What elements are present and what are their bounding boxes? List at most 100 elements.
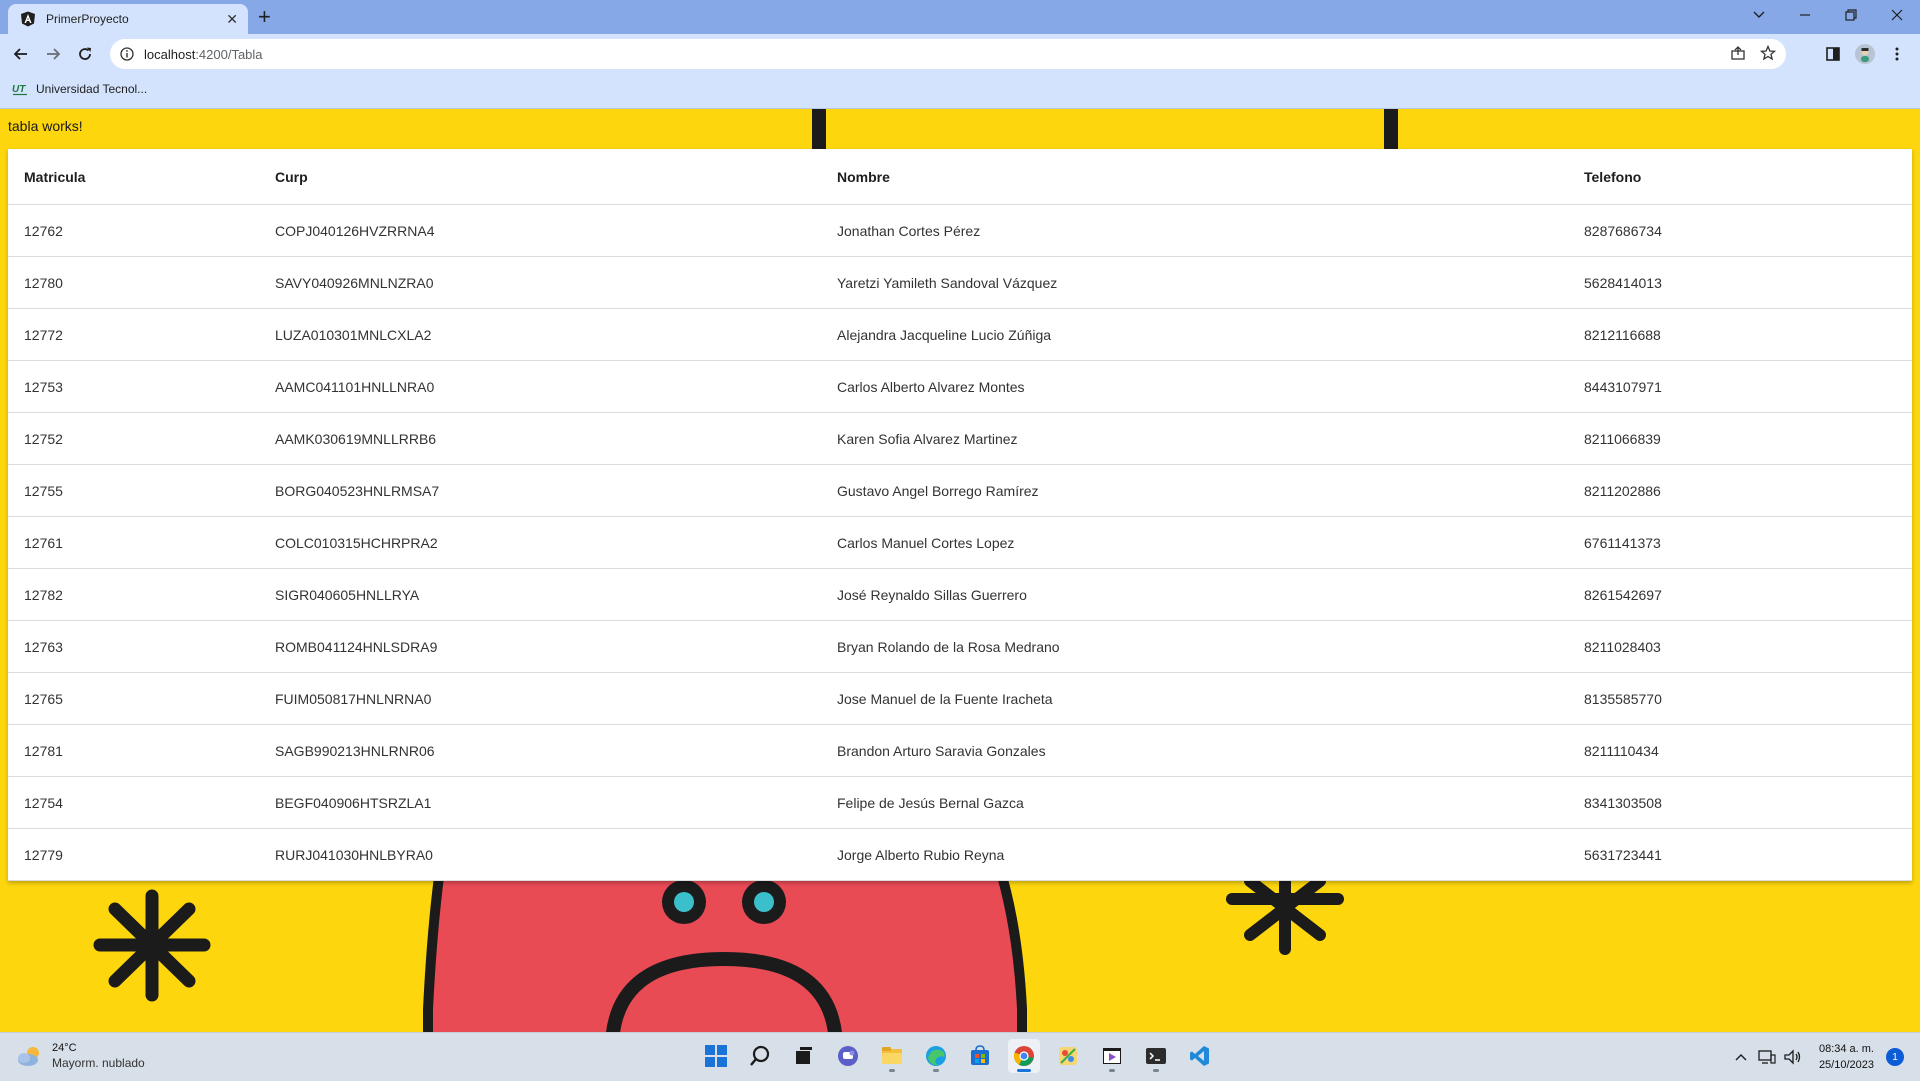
table-row: 12779 RURJ041030HNLBYRA0 Jorge Alberto Rub… <box>8 828 1912 881</box>
cell-matricula: 12780 <box>8 256 275 309</box>
cell-telefono: 5631723441 <box>1584 828 1912 881</box>
site-info-icon[interactable] <box>120 47 134 61</box>
chevron-up-icon[interactable] <box>1731 1047 1751 1067</box>
taskbar-clock[interactable]: 08:34 a. m. 25/10/2023 <box>1819 1041 1874 1073</box>
chrome-icon[interactable] <box>1008 1039 1040 1073</box>
cell-matricula: 12754 <box>8 776 275 829</box>
paint-app-icon[interactable] <box>1052 1039 1084 1073</box>
cell-nombre: Carlos Manuel Cortes Lopez <box>837 516 1584 569</box>
table-row: 12780 SAVY040926MNLNZRA0 Yaretzi Yamileth … <box>8 256 1912 309</box>
cell-telefono: 6761141373 <box>1584 516 1912 569</box>
students-table-card: Matricula Curp Nombre Telefono 12762 COPJ… <box>8 149 1912 881</box>
page-content: tabla works! Matricula Curp Nombre Telef… <box>0 109 1920 1032</box>
url-text[interactable]: localhost:4200/Tabla <box>144 47 263 62</box>
tab-close-icon[interactable]: ✕ <box>226 11 238 28</box>
table-row: 12765 FUIM050817HNLNRNA0 Jose Manuel de la… <box>8 672 1912 725</box>
svg-text:UT: UT <box>12 84 26 95</box>
network-icon[interactable] <box>1757 1047 1777 1067</box>
teams-chat-icon[interactable] <box>832 1039 864 1073</box>
volume-icon[interactable] <box>1783 1047 1803 1067</box>
tab-title: PrimerProyecto <box>46 12 129 26</box>
reload-icon[interactable] <box>72 41 98 67</box>
side-panel-icon[interactable] <box>1822 43 1844 65</box>
bookmark-universidad[interactable]: UT Universidad Tecnol... <box>12 82 147 96</box>
forward-arrow-icon[interactable] <box>40 41 66 67</box>
cell-matricula: 12761 <box>8 516 275 569</box>
restore-icon[interactable] <box>1828 0 1874 30</box>
browser-tab[interactable]: PrimerProyecto ✕ <box>8 4 248 34</box>
share-icon[interactable] <box>1730 45 1746 61</box>
cell-telefono: 8211110434 <box>1584 724 1912 777</box>
close-window-icon[interactable] <box>1874 0 1920 30</box>
cell-telefono: 8211028403 <box>1584 620 1912 673</box>
weather-condition: Mayorm. nublado <box>52 1056 145 1070</box>
search-icon[interactable] <box>744 1039 776 1073</box>
cell-nombre: Felipe de Jesús Bernal Gazca <box>837 776 1584 829</box>
cell-curp: SAGB990213HNLRNR06 <box>275 724 837 777</box>
weather-widget[interactable]: 24°C Mayorm. nublado <box>16 1041 145 1071</box>
header-matricula: Matricula <box>8 149 275 205</box>
url-host: localhost <box>144 46 196 62</box>
task-view-icon[interactable] <box>788 1039 820 1073</box>
students-table: Matricula Curp Nombre Telefono 12762 COPJ… <box>8 149 1912 881</box>
cell-curp: COPJ040126HVZRRNA4 <box>275 204 837 257</box>
table-row: 12781 SAGB990213HNLRNR06 Brandon Arturo Sa… <box>8 724 1912 777</box>
notification-badge[interactable]: 1 <box>1886 1048 1904 1066</box>
cell-curp: SIGR040605HNLLRYA <box>275 568 837 621</box>
cell-telefono: 8261542697 <box>1584 568 1912 621</box>
cell-curp: SAVY040926MNLNZRA0 <box>275 256 837 309</box>
weather-temperature: 24°C <box>52 1042 77 1054</box>
bookmarks-bar: UT Universidad Tecnol... <box>0 74 1920 109</box>
cell-telefono: 8212116688 <box>1584 308 1912 361</box>
table-header-row: Matricula Curp Nombre Telefono <box>8 149 1912 205</box>
minimize-icon[interactable] <box>1782 0 1828 30</box>
url-path: :4200/Tabla <box>195 46 263 62</box>
table-row: 12755 BORG040523HNLRMSA7 Gustavo Angel Bor… <box>8 464 1912 517</box>
address-bar[interactable]: localhost:4200/Tabla <box>110 39 1786 69</box>
cell-curp: AAMC041101HNLLNRA0 <box>275 360 837 413</box>
table-row: 12752 AAMK030619MNLLRRB6 Karen Sofia Alvar… <box>8 412 1912 465</box>
table-row: 12754 BEGF040906HTSRZLA1 Felipe de Jesús B… <box>8 776 1912 829</box>
cell-nombre: Jorge Alberto Rubio Reyna <box>837 828 1584 881</box>
terminal-icon[interactable] <box>1140 1039 1172 1073</box>
cell-matricula: 12782 <box>8 568 275 621</box>
header-curp: Curp <box>275 149 837 205</box>
header-nombre: Nombre <box>837 149 1584 205</box>
cell-telefono: 5628414013 <box>1584 256 1912 309</box>
header-telefono: Telefono <box>1584 149 1912 205</box>
cell-telefono: 8287686734 <box>1584 204 1912 257</box>
bookmark-label: Universidad Tecnol... <box>36 82 148 96</box>
new-tab-button[interactable]: + <box>258 5 271 29</box>
cell-curp: AAMK030619MNLLRRB6 <box>275 412 837 465</box>
edge-icon[interactable] <box>920 1039 952 1073</box>
system-tray: 08:34 a. m. 25/10/2023 1 <box>1731 1033 1904 1081</box>
vscode-icon[interactable] <box>1184 1039 1216 1073</box>
cell-curp: FUIM050817HNLNRNA0 <box>275 672 837 725</box>
windows-start-icon[interactable] <box>700 1039 732 1073</box>
profile-avatar[interactable] <box>1854 43 1876 65</box>
cell-nombre: Yaretzi Yamileth Sandoval Vázquez <box>837 256 1584 309</box>
tab-search-chevron-icon[interactable] <box>1736 0 1782 30</box>
angular-favicon-icon <box>21 11 35 27</box>
cell-nombre: José Reynaldo Sillas Guerrero <box>837 568 1584 621</box>
cell-matricula: 12779 <box>8 828 275 881</box>
more-menu-icon[interactable] <box>1886 43 1908 65</box>
cell-telefono: 8443107971 <box>1584 360 1912 413</box>
table-row: 12761 COLC010315HCHRPRA2 Carlos Manuel Cor… <box>8 516 1912 569</box>
back-arrow-icon[interactable] <box>8 41 34 67</box>
page-heading: tabla works! <box>8 118 83 134</box>
cell-telefono: 8135585770 <box>1584 672 1912 725</box>
cell-telefono: 8211066839 <box>1584 412 1912 465</box>
cell-curp: RURJ041030HNLBYRA0 <box>275 828 837 881</box>
cell-matricula: 12753 <box>8 360 275 413</box>
table-row: 12753 AAMC041101HNLLNRA0 Carlos Alberto Al… <box>8 360 1912 413</box>
visual-studio-icon[interactable] <box>1096 1039 1128 1073</box>
bookmark-star-icon[interactable] <box>1760 45 1776 61</box>
microsoft-store-icon[interactable] <box>964 1039 996 1073</box>
cell-matricula: 12762 <box>8 204 275 257</box>
cell-nombre: Karen Sofia Alvarez Martinez <box>837 412 1584 465</box>
cell-telefono: 8341303508 <box>1584 776 1912 829</box>
clock-time: 08:34 a. m. <box>1818 1043 1874 1055</box>
table-row: 12772 LUZA010301MNLCXLA2 Alejandra Jacquel… <box>8 308 1912 361</box>
file-explorer-icon[interactable] <box>876 1039 908 1073</box>
